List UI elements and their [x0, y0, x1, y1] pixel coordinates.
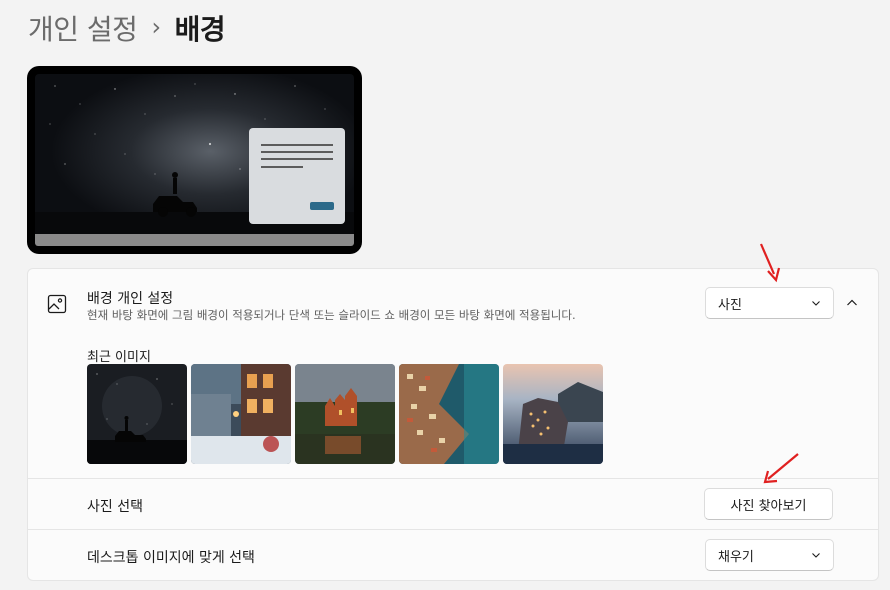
- image-icon: [47, 294, 67, 314]
- breadcrumb-personalization[interactable]: 개인 설정: [28, 8, 138, 48]
- recent-images-label: 최근 이미지: [87, 350, 151, 365]
- chevron-down-icon: [812, 301, 820, 306]
- breadcrumb: 개인 설정 › 배경: [28, 8, 226, 48]
- preview-accent-button: [310, 202, 334, 210]
- breadcrumb-chevron-icon: ›: [151, 13, 161, 41]
- desktop-preview: [27, 66, 362, 254]
- recent-image-night-sky[interactable]: [87, 364, 187, 464]
- recent-image-cliff-village[interactable]: [503, 364, 603, 464]
- fit-dropdown[interactable]: 채우기: [705, 539, 834, 571]
- background-setting-card: 배경 개인 설정 현재 바탕 화면에 그림 배경이 적용되거나 단색 또는 슬라…: [27, 268, 879, 337]
- choose-photo-label: 사진 선택: [87, 499, 143, 515]
- fit-row: 데스크톱 이미지에 맞게 선택 채우기: [27, 529, 879, 581]
- recent-images-card: 최근 이미지: [27, 336, 879, 479]
- background-type-dropdown[interactable]: 사진: [705, 287, 834, 319]
- browse-photos-button[interactable]: 사진 찾아보기: [704, 488, 833, 520]
- page-title: 배경: [174, 13, 226, 46]
- fit-label: 데스크톱 이미지에 맞게 선택: [87, 550, 255, 566]
- recent-image-castle-lake[interactable]: [295, 364, 395, 464]
- chevron-down-icon: [812, 553, 820, 558]
- choose-photo-row: 사진 선택 사진 찾아보기: [27, 478, 879, 530]
- background-title: 배경 개인 설정: [87, 291, 174, 307]
- chevron-up-icon: [847, 299, 857, 306]
- recent-image-coastal-town[interactable]: [399, 364, 499, 464]
- collapse-button[interactable]: [840, 291, 864, 315]
- preview-taskbar: [35, 234, 354, 246]
- background-type-value: 사진: [718, 297, 742, 313]
- recent-image-snowy-street[interactable]: [191, 364, 291, 464]
- recent-images-list: [87, 364, 603, 464]
- background-description: 현재 바탕 화면에 그림 배경이 적용되거나 단색 또는 슬라이드 쇼 배경이 …: [87, 308, 576, 322]
- fit-value: 채우기: [718, 549, 754, 565]
- preview-sample-window: [249, 128, 345, 224]
